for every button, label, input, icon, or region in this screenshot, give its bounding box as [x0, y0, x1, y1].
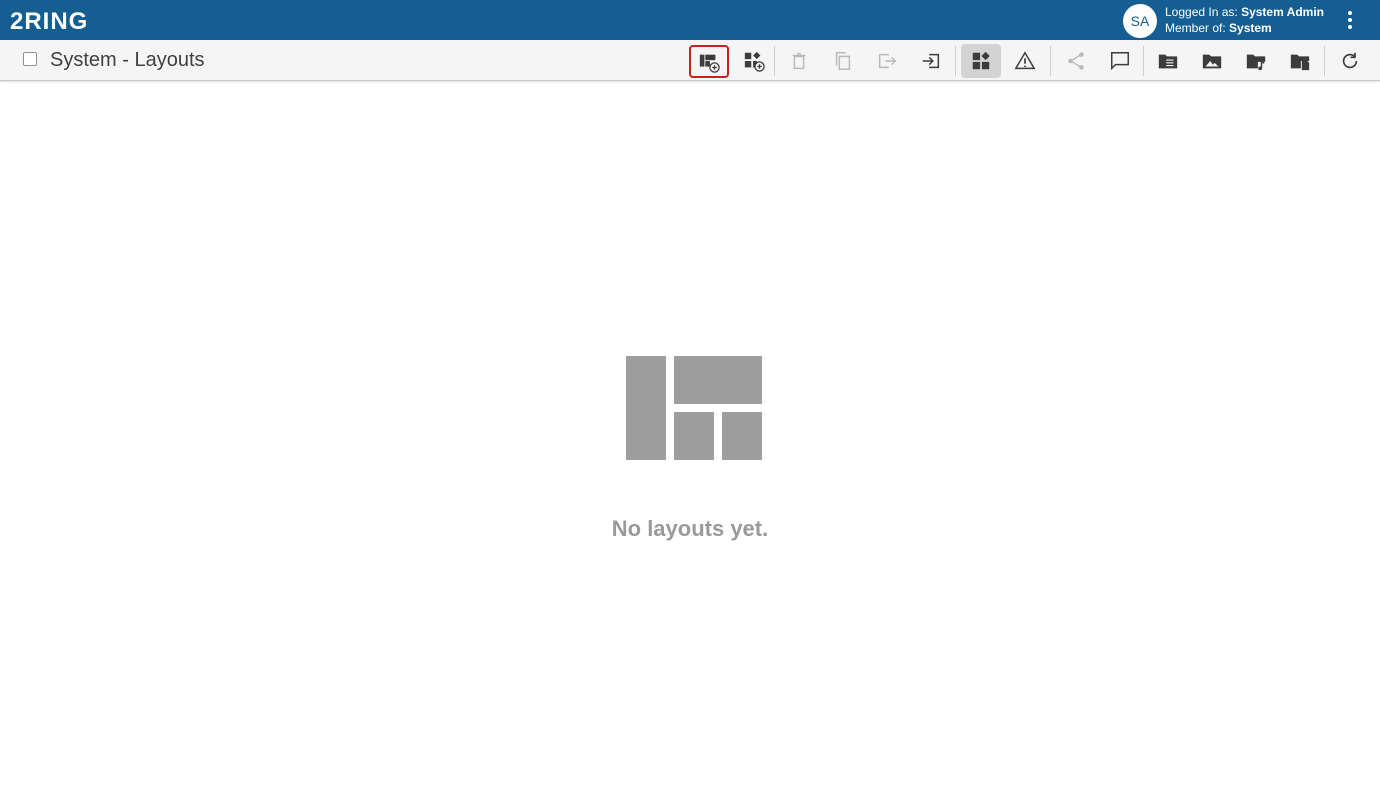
folder-files-button[interactable] [1280, 44, 1320, 78]
member-label: Member of: [1165, 21, 1226, 35]
page-title: System - Layouts [50, 49, 205, 71]
folder-list-button[interactable] [1148, 44, 1188, 78]
user-info: Logged In as: System Admin Member of: Sy… [1165, 4, 1324, 36]
kebab-dot [1348, 25, 1352, 29]
widgets-view-button[interactable] [961, 44, 1001, 78]
layout-placeholder-icon [626, 356, 762, 460]
refresh-icon [1342, 52, 1358, 69]
layout-add-icon [699, 54, 720, 73]
import-icon [922, 53, 940, 69]
widgets-add-icon [744, 51, 765, 72]
logged-in-user: System Admin [1241, 5, 1324, 19]
toolbar-divider [1324, 46, 1325, 76]
toolbar: System - Layouts [0, 40, 1380, 81]
music-folder-button[interactable] [1236, 44, 1276, 78]
images-button[interactable] [1192, 44, 1232, 78]
delete-button[interactable] [779, 44, 819, 78]
kebab-dot [1348, 18, 1352, 22]
logged-in-label: Logged In as: [1165, 5, 1238, 19]
member-group: System [1229, 21, 1272, 35]
image-icon [1202, 54, 1222, 69]
export-button[interactable] [867, 44, 907, 78]
add-layout-button[interactable] [689, 45, 729, 78]
logged-in-line: Logged In as: System Admin [1165, 4, 1324, 20]
toolbar-divider [774, 46, 775, 76]
svg-text:2RING: 2RING [10, 8, 88, 33]
more-menu-button[interactable] [1338, 6, 1362, 34]
company-logo: 2RING [10, 8, 88, 33]
comment-icon [1111, 52, 1129, 71]
add-widget-layout-button[interactable] [734, 44, 774, 78]
toolbar-divider [1050, 46, 1051, 76]
copy-icon [835, 52, 851, 70]
top-header: 2RING SA Logged In as: System Admin Memb… [0, 0, 1380, 40]
copy-button[interactable] [823, 44, 863, 78]
refresh-button[interactable] [1330, 44, 1370, 78]
select-all-checkbox[interactable] [23, 52, 37, 66]
export-icon [878, 53, 897, 69]
toolbar-divider [955, 46, 956, 76]
warning-icon [1014, 51, 1036, 70]
share-icon [1068, 52, 1084, 70]
warnings-button[interactable] [1005, 44, 1045, 78]
user-avatar[interactable]: SA [1123, 4, 1157, 38]
import-button[interactable] [911, 44, 951, 78]
folder-music-icon [1246, 54, 1266, 71]
empty-state-message: No layouts yet. [611, 516, 769, 541]
kebab-dot [1348, 11, 1352, 15]
folder-list-icon [1158, 54, 1178, 69]
trash-icon [792, 52, 806, 70]
toolbar-divider [1143, 46, 1144, 76]
folder-file-icon [1290, 54, 1310, 71]
widgets-icon [972, 51, 990, 70]
member-line: Member of: System [1165, 20, 1324, 36]
comments-button[interactable] [1100, 44, 1140, 78]
share-button[interactable] [1056, 44, 1096, 78]
